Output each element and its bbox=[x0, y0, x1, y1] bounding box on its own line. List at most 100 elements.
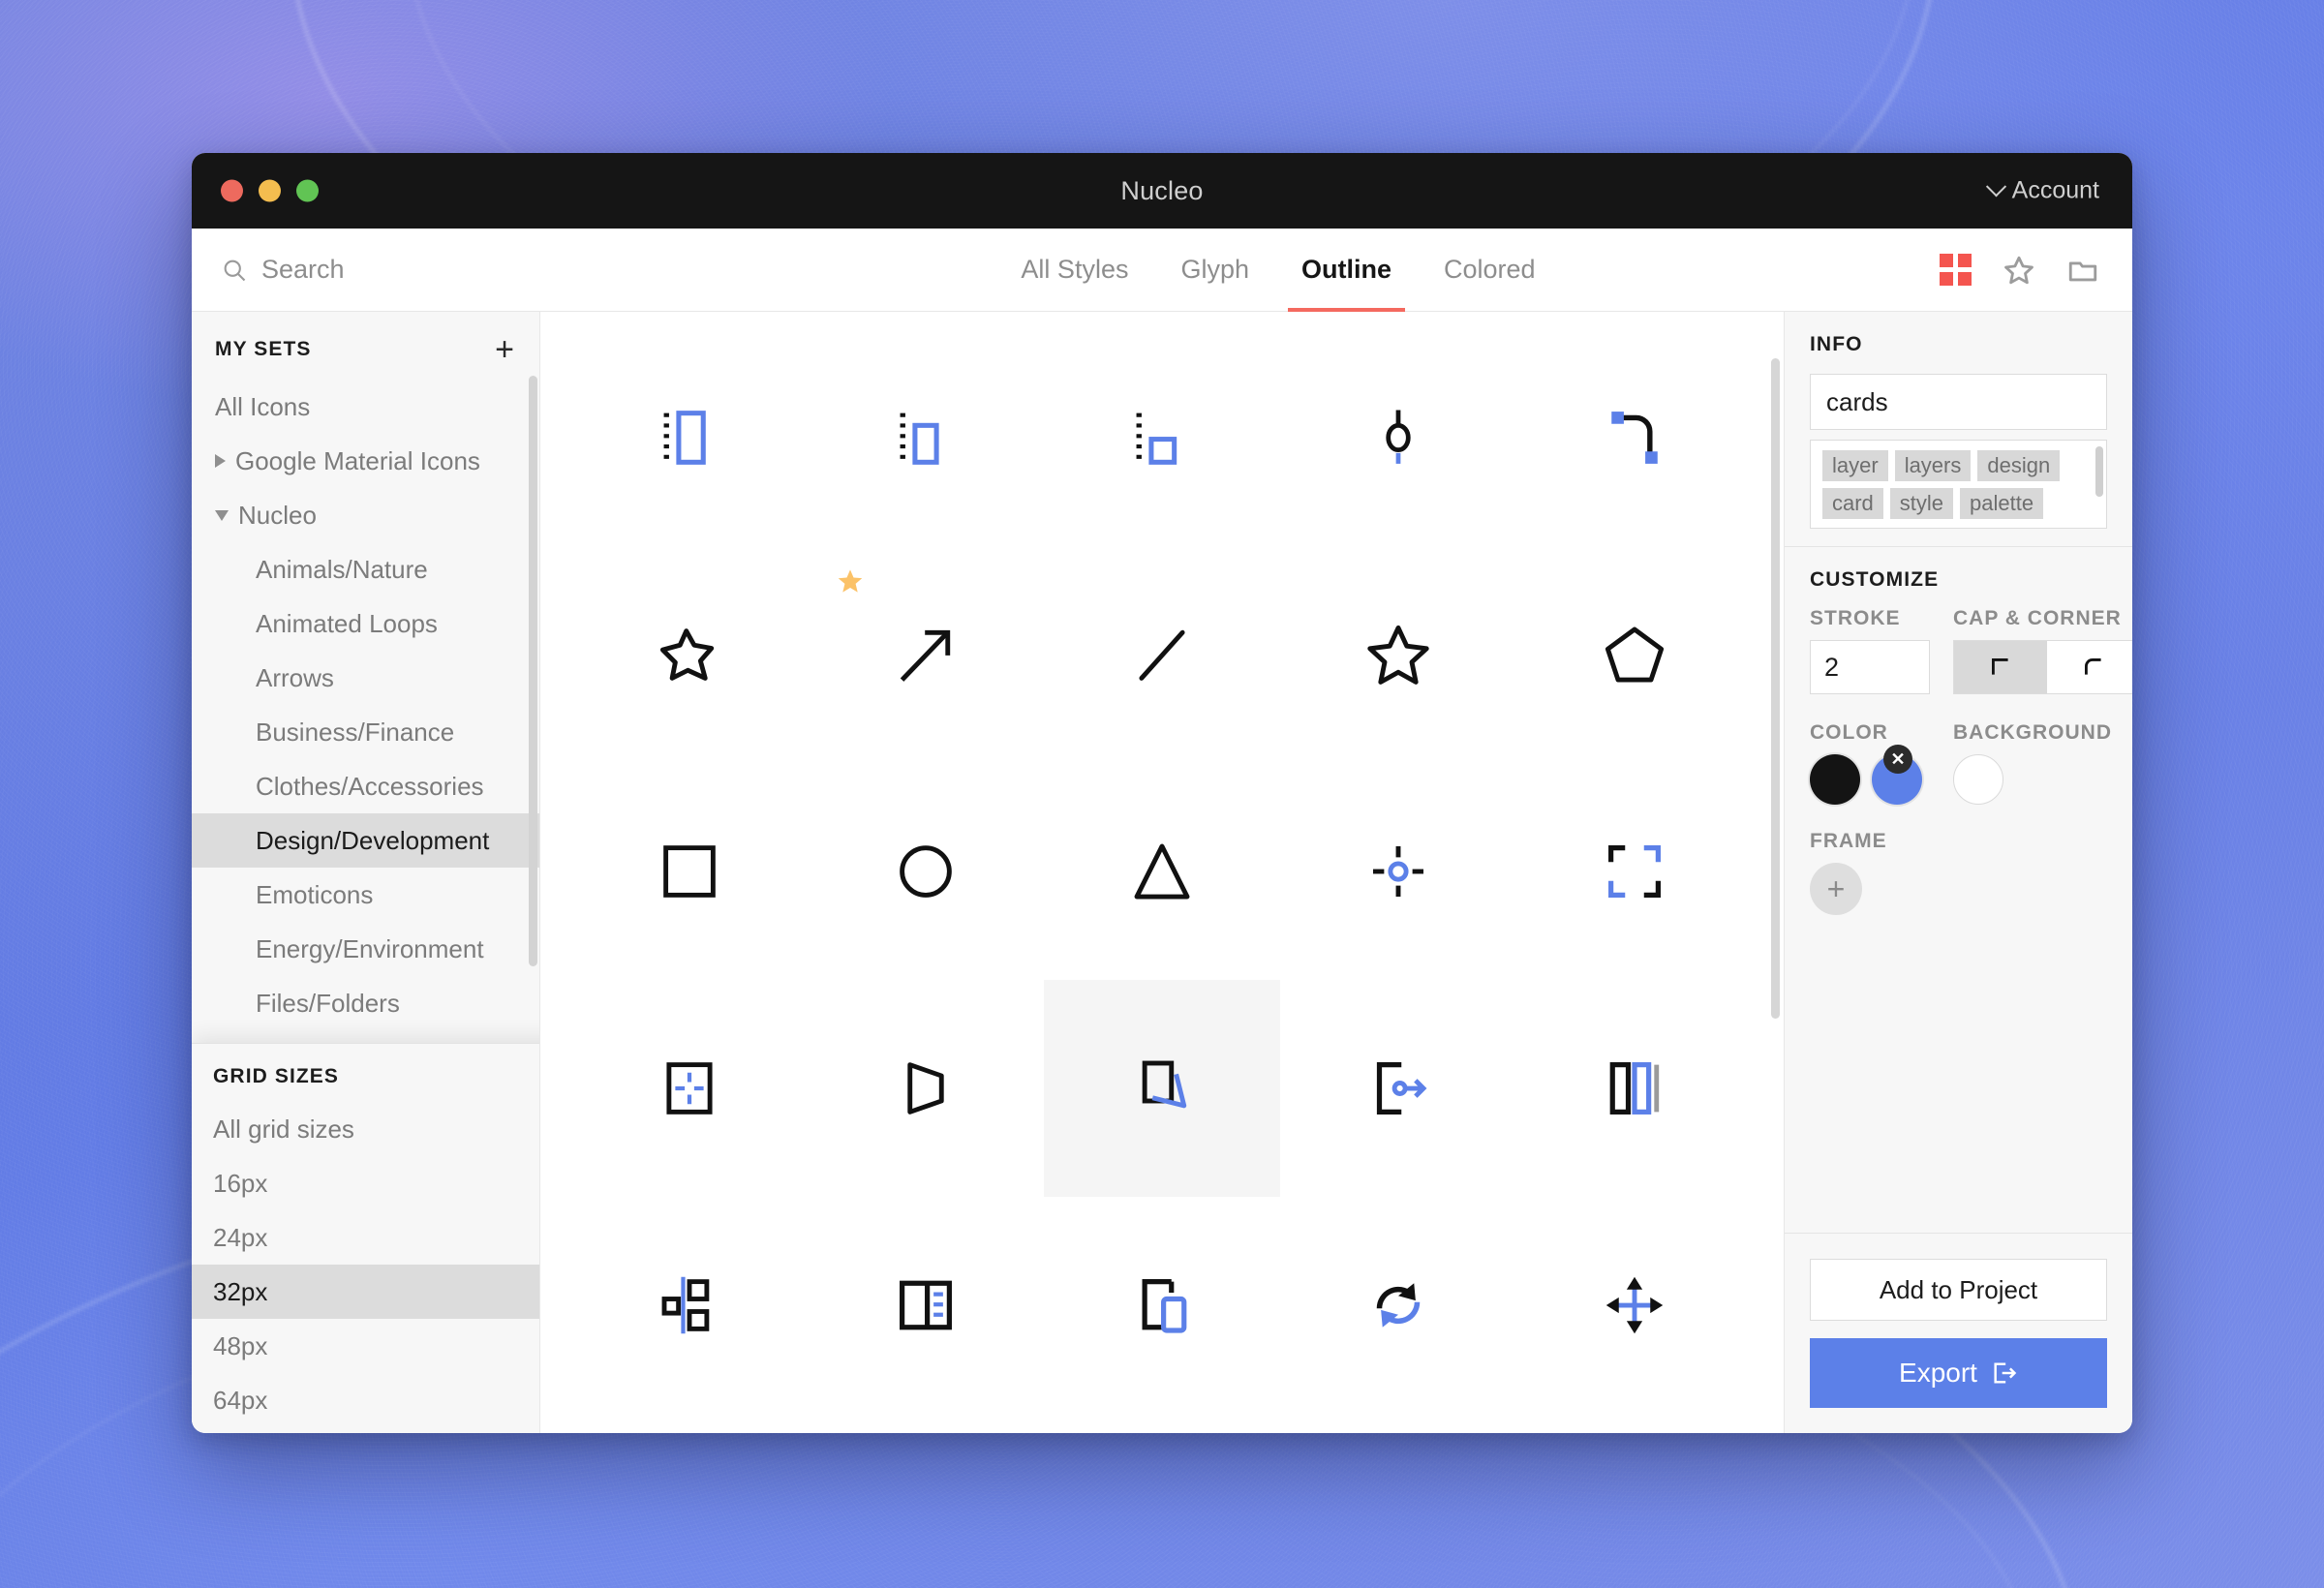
icon-scale-height-medium-icon[interactable] bbox=[808, 329, 1044, 546]
tag-chip[interactable]: layers bbox=[1895, 450, 1972, 481]
favorites-star-icon[interactable] bbox=[2003, 254, 2035, 287]
sidebar-item-business-finance[interactable]: Business/Finance bbox=[192, 705, 539, 759]
sidebar-item-label: Clothes/Accessories bbox=[256, 772, 484, 802]
add-set-button[interactable]: + bbox=[495, 333, 514, 366]
icon-arrow-diagonal-icon[interactable] bbox=[808, 546, 1044, 763]
icon-grid-scrollbar[interactable] bbox=[1771, 358, 1780, 1019]
background-swatch-white[interactable] bbox=[1953, 754, 2003, 805]
grid-sizes-title: GRID SIZES bbox=[192, 1044, 540, 1102]
sidebar-item-design-development[interactable]: Design/Development bbox=[192, 813, 539, 868]
sidebar-item-google-material-icons[interactable]: Google Material Icons bbox=[192, 434, 539, 488]
sidebar-item-all-icons[interactable]: All Icons bbox=[192, 380, 539, 434]
details-panel: INFO layer layers design card style pale… bbox=[1784, 312, 2132, 1433]
icon-grid bbox=[540, 312, 1784, 1414]
sidebar-sets-list: All Icons Google Material Icons Nucleo A… bbox=[192, 380, 539, 1092]
sidebar-scrollbar[interactable] bbox=[529, 376, 537, 966]
icon-two-columns-icon[interactable] bbox=[808, 1197, 1044, 1414]
icon-export-shape-icon[interactable] bbox=[1280, 980, 1516, 1197]
export-button[interactable]: Export bbox=[1810, 1338, 2107, 1408]
icon-move-all-directions-icon[interactable] bbox=[1516, 1197, 1753, 1414]
search-input[interactable] bbox=[261, 255, 581, 285]
favorite-star-badge-icon[interactable] bbox=[837, 567, 864, 595]
icon-star-outline-icon[interactable] bbox=[1280, 546, 1516, 763]
tag-chip[interactable]: design bbox=[1977, 450, 2060, 481]
cap-corner-toggle bbox=[1953, 640, 2132, 694]
grid-size-48px[interactable]: 48px bbox=[192, 1319, 540, 1373]
background-label: BACKGROUND bbox=[1953, 721, 2132, 745]
sidebar-item-arrows[interactable]: Arrows bbox=[192, 651, 539, 705]
info-section: INFO layer layers design card style pale… bbox=[1785, 312, 2132, 547]
remove-color-icon[interactable]: ✕ bbox=[1883, 745, 1912, 774]
icon-bezier-path-icon[interactable] bbox=[1516, 329, 1753, 546]
rounded-corner-icon[interactable] bbox=[2047, 641, 2132, 693]
sidebar-item-emoticons[interactable]: Emoticons bbox=[192, 868, 539, 922]
sidebar-item-files-folders[interactable]: Files/Folders bbox=[192, 976, 539, 1030]
grid-size-64px[interactable]: 64px bbox=[192, 1373, 540, 1427]
icon-perspective-icon[interactable] bbox=[808, 980, 1044, 1197]
icon-triangle-icon[interactable] bbox=[1044, 763, 1280, 980]
toolbar-icon-group bbox=[1939, 229, 2132, 311]
grid-size-all[interactable]: All grid sizes bbox=[192, 1102, 540, 1156]
my-sets-title: MY SETS bbox=[215, 338, 312, 361]
grid-size-label: 16px bbox=[213, 1169, 267, 1199]
app-toolbar: All Styles Glyph Outline Colored bbox=[192, 229, 2132, 312]
account-menu-button[interactable]: Account bbox=[1989, 177, 2099, 205]
add-to-project-button[interactable]: Add to Project bbox=[1810, 1259, 2107, 1321]
sidebar-item-label: Nucleo bbox=[238, 501, 317, 531]
sidebar-item-label: Files/Folders bbox=[256, 989, 400, 1019]
icon-line-diagonal-icon[interactable] bbox=[1044, 546, 1280, 763]
tag-chip[interactable]: card bbox=[1822, 488, 1883, 519]
tag-chip[interactable]: palette bbox=[1960, 488, 2043, 519]
sidebar-header: MY SETS + bbox=[192, 312, 539, 380]
customize-title: CUSTOMIZE bbox=[1810, 568, 2107, 592]
icon-pentagon-icon[interactable] bbox=[1516, 546, 1753, 763]
icon-duplicate-rotate-icon[interactable] bbox=[1044, 980, 1280, 1197]
tab-label: Glyph bbox=[1180, 255, 1249, 285]
sidebar-item-label: Animated Loops bbox=[256, 609, 438, 639]
export-arrow-icon bbox=[1991, 1359, 2018, 1387]
grid-size-32px[interactable]: 32px bbox=[192, 1265, 540, 1319]
grid-size-16px[interactable]: 16px bbox=[192, 1156, 540, 1210]
icon-scale-height-large-icon[interactable] bbox=[571, 329, 808, 546]
sidebar-item-clothes-accessories[interactable]: Clothes/Accessories bbox=[192, 759, 539, 813]
stroke-input[interactable] bbox=[1810, 640, 1930, 694]
tab-outline[interactable]: Outline bbox=[1298, 229, 1395, 312]
icon-split-columns-icon[interactable] bbox=[1516, 980, 1753, 1197]
icon-name-field[interactable] bbox=[1810, 374, 2107, 430]
grid-size-24px[interactable]: 24px bbox=[192, 1210, 540, 1265]
search-icon bbox=[221, 257, 248, 284]
icon-scale-height-small-icon[interactable] bbox=[1044, 329, 1280, 546]
square-corner-icon[interactable] bbox=[1954, 641, 2047, 693]
tab-colored[interactable]: Colored bbox=[1440, 229, 1540, 312]
icon-star-rough-icon[interactable] bbox=[571, 546, 808, 763]
icon-circle-icon[interactable] bbox=[808, 763, 1044, 980]
icon-align-center-point-icon[interactable] bbox=[1280, 763, 1516, 980]
grid-size-label: 64px bbox=[213, 1386, 267, 1416]
tag-chip[interactable]: layer bbox=[1822, 450, 1888, 481]
window-titlebar: Nucleo Account bbox=[192, 153, 2132, 229]
icon-anchor-point-icon[interactable] bbox=[1280, 329, 1516, 546]
tag-chip[interactable]: style bbox=[1890, 488, 1953, 519]
color-swatch-black[interactable] bbox=[1810, 754, 1860, 805]
icon-crop-corners-icon[interactable] bbox=[1516, 763, 1753, 980]
sidebar-item-label: Energy/Environment bbox=[256, 934, 484, 964]
sidebar-item-energy-environment[interactable]: Energy/Environment bbox=[192, 922, 539, 976]
icon-square-icon[interactable] bbox=[571, 763, 808, 980]
icon-copy-shape-icon[interactable] bbox=[1044, 1197, 1280, 1414]
add-frame-button[interactable]: + bbox=[1810, 863, 1862, 915]
search-container bbox=[192, 229, 618, 311]
tab-all-styles[interactable]: All Styles bbox=[1017, 229, 1132, 312]
sidebar-item-nucleo[interactable]: Nucleo bbox=[192, 488, 539, 542]
icon-distribute-vertical-icon[interactable] bbox=[571, 1197, 808, 1414]
nucleo-app-window: Nucleo Account All Styles Glyph Outline … bbox=[192, 153, 2132, 1433]
icon-refresh-rotate-icon[interactable] bbox=[1280, 1197, 1516, 1414]
stroke-field-wrap bbox=[1810, 640, 1930, 694]
folder-icon[interactable] bbox=[2066, 254, 2099, 287]
grid-view-icon[interactable] bbox=[1939, 254, 1972, 287]
sidebar-item-animated-loops[interactable]: Animated Loops bbox=[192, 596, 539, 651]
icon-artboard-center-icon[interactable] bbox=[571, 980, 808, 1197]
tab-glyph[interactable]: Glyph bbox=[1177, 229, 1253, 312]
tags-scrollbar[interactable] bbox=[2095, 446, 2103, 497]
background-swatches bbox=[1953, 754, 2132, 805]
sidebar-item-animals-nature[interactable]: Animals/Nature bbox=[192, 542, 539, 596]
